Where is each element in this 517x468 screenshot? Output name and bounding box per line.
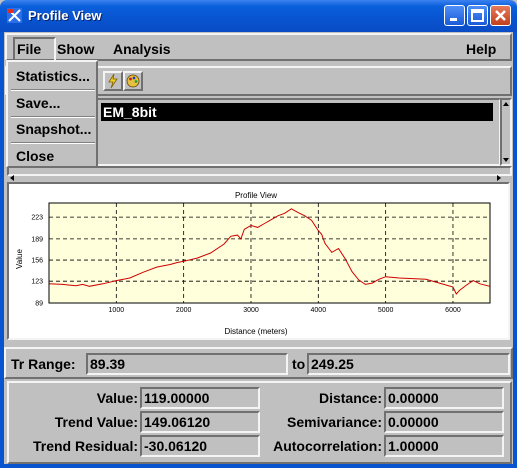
statistics-panel: Value: 119.00000 Trend Value: 149.06120 …	[7, 381, 512, 464]
chart-title: Profile View	[235, 191, 277, 200]
x-tick-label: 1000	[109, 307, 125, 314]
value-label: Value:	[96, 390, 138, 406]
title-bar[interactable]: Profile View	[0, 0, 517, 32]
menu-item-save[interactable]: Save...	[16, 95, 60, 111]
range-to-label: to	[292, 356, 306, 372]
scroll-right-icon	[497, 175, 501, 181]
close-window-button[interactable]	[490, 5, 511, 26]
semivariance-field[interactable]: 0.00000	[384, 411, 504, 433]
semivariance-label: Semivariance:	[287, 414, 382, 430]
range-to-field[interactable]: 249.25	[307, 353, 510, 375]
plot-area	[49, 203, 490, 303]
menu-item-snapshot[interactable]: Snapshot...	[16, 121, 91, 137]
trend-residual-label: Trend Residual:	[32, 438, 138, 454]
lightning-icon	[108, 73, 118, 89]
x-tick-label: 3000	[243, 307, 259, 314]
menu-separator	[11, 89, 95, 91]
menu-separator	[11, 116, 95, 118]
window-title: Profile View	[28, 8, 102, 23]
minimize-button[interactable]	[444, 5, 465, 26]
trend-residual-field[interactable]: -30.06120	[140, 435, 260, 457]
autocorrelation-field[interactable]: 1.00000	[384, 435, 504, 457]
y-tick-label: 189	[31, 236, 43, 243]
menubar: File Show Analysis Help	[5, 33, 512, 62]
x-tick-label: 6000	[445, 307, 461, 314]
palette-icon	[126, 74, 140, 88]
menu-show[interactable]: Show	[57, 41, 94, 57]
value-field[interactable]: 119.00000	[140, 387, 260, 409]
list-item-selected[interactable]: EM_8bit	[101, 103, 493, 121]
menu-file[interactable]: File	[17, 41, 41, 57]
y-tick-label: 123	[31, 279, 43, 286]
distance-label: Distance:	[318, 390, 382, 406]
window-frame-right	[513, 32, 517, 468]
profile-chart: 1000 2000 3000 4000 5000 6000 89123156189223 …	[15, 191, 491, 336]
close-icon	[495, 10, 506, 21]
y-tick-label: 89	[35, 301, 43, 308]
menu-item-statistics[interactable]: Statistics...	[16, 68, 90, 84]
trend-value-field[interactable]: 149.06120	[140, 411, 260, 433]
x-tick-label: 4000	[311, 307, 327, 314]
scroll-left-icon	[10, 175, 14, 181]
trend-value-label: Trend Value:	[54, 414, 138, 430]
profile-chart-panel: 1000 2000 3000 4000 5000 6000 89 123 156 189 223 …	[7, 182, 510, 340]
window-frame-bottom	[0, 464, 517, 468]
menu-analysis[interactable]: Analysis	[113, 41, 171, 57]
autocorrelation-label: Autocorrelation:	[273, 438, 382, 454]
scroll-up-icon	[503, 102, 509, 106]
x-axis-label: Distance (meters)	[224, 327, 287, 336]
range-from-field[interactable]: 89.39	[86, 353, 288, 375]
distance-field[interactable]: 0.00000	[384, 387, 504, 409]
file-menu-dropdown: Statistics... Save... Snapshot... Close	[6, 60, 98, 168]
app-icon	[6, 7, 23, 24]
toolbar-lightning-button[interactable]	[103, 71, 123, 91]
maximize-button[interactable]	[467, 5, 488, 26]
range-row: Tr Range: 89.39 to 249.25	[4, 347, 513, 379]
x-tick-label: 5000	[378, 307, 394, 314]
y-tick-label: 156	[31, 258, 43, 265]
range-label: Tr Range:	[11, 356, 76, 372]
menu-help[interactable]: Help	[466, 41, 496, 57]
y-axis-label: Value	[15, 249, 24, 269]
window-frame-left	[0, 32, 4, 468]
x-tick-label: 2000	[176, 307, 192, 314]
menu-separator	[11, 142, 95, 144]
scroll-down-icon	[503, 158, 509, 162]
menu-item-close[interactable]: Close	[16, 148, 54, 164]
vertical-scrollbar[interactable]	[500, 98, 512, 166]
minimize-icon	[450, 18, 457, 21]
toolbar-palette-button[interactable]	[123, 71, 143, 91]
y-tick-label: 223	[31, 215, 43, 222]
